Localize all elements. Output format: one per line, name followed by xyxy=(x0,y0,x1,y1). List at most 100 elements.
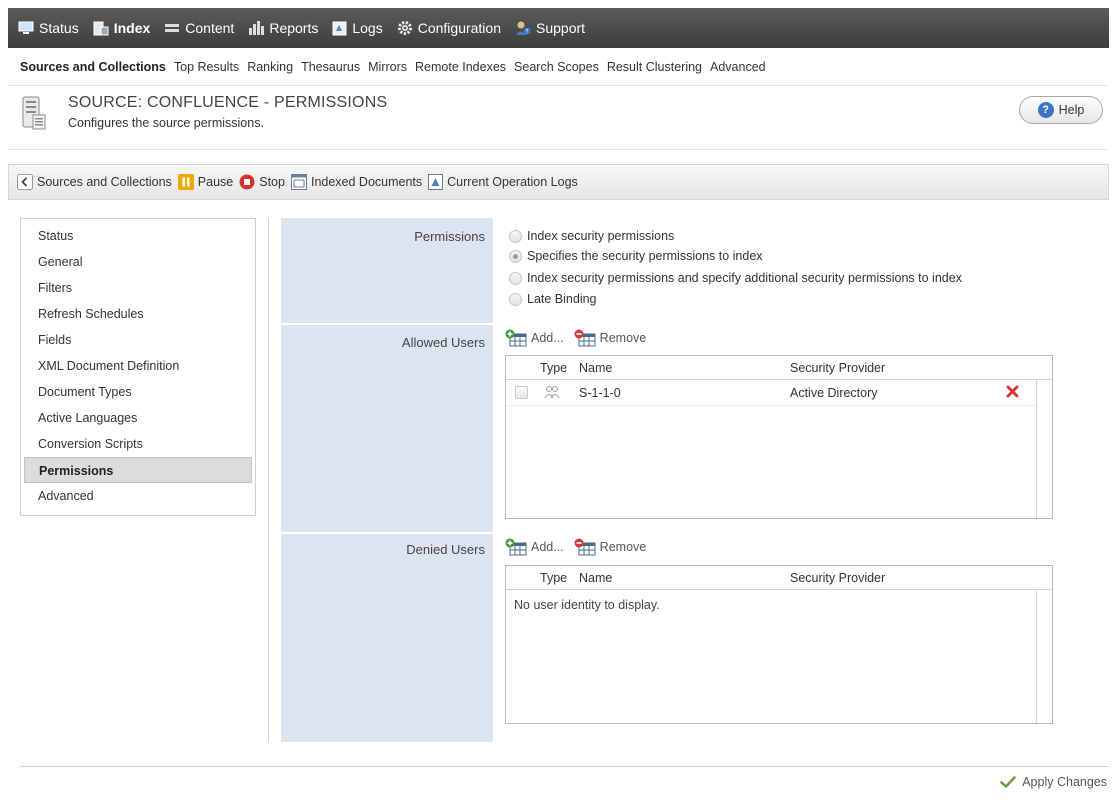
svg-text:?: ? xyxy=(525,29,528,36)
vertical-divider xyxy=(268,218,269,742)
menu-item-fields[interactable]: Fields xyxy=(24,327,252,353)
menu-item-document-types[interactable]: Document Types xyxy=(24,379,252,405)
subnav-mirrors[interactable]: Mirrors xyxy=(368,60,407,74)
gear-icon xyxy=(397,20,413,36)
menu-item-advanced[interactable]: Advanced xyxy=(24,483,252,509)
topnav-status[interactable]: Status xyxy=(18,20,79,36)
subnav-ranking[interactable]: Ranking xyxy=(247,60,293,74)
sub-nav-bar: Sources and Collections Top Results Rank… xyxy=(8,48,1109,86)
topnav-support-label: Support xyxy=(536,20,586,36)
delete-icon[interactable] xyxy=(1006,385,1019,401)
topnav-reports[interactable]: Reports xyxy=(248,20,318,36)
radio-late-binding[interactable]: Late Binding xyxy=(509,292,597,306)
pause-button[interactable]: Pause xyxy=(177,174,234,190)
radio-index-and-specify-additional[interactable]: Index security permissions and specify a… xyxy=(509,271,962,285)
current-operation-logs-button[interactable]: Current Operation Logs xyxy=(428,174,578,190)
indexed-documents-button[interactable]: Indexed Documents xyxy=(290,174,423,190)
menu-item-conversion-scripts[interactable]: Conversion Scripts xyxy=(24,431,252,457)
stop-button[interactable]: Stop xyxy=(239,174,285,190)
subnav-advanced[interactable]: Advanced xyxy=(710,60,766,74)
content-icon xyxy=(164,22,180,34)
allowed-users-grid: Type Name Security Provider S-1-1-0 Acti… xyxy=(505,355,1053,519)
grid-scrollbar[interactable] xyxy=(1036,590,1052,723)
subnav-sources-and-collections[interactable]: Sources and Collections xyxy=(20,60,166,74)
subnav-thesaurus[interactable]: Thesaurus xyxy=(301,60,360,74)
col-type-header[interactable]: Type xyxy=(540,571,567,585)
topnav-content-label: Content xyxy=(185,20,235,36)
help-button[interactable]: ? Help xyxy=(1019,96,1103,124)
allowed-users-actions: Add... Remove xyxy=(505,329,656,347)
add-user-icon xyxy=(505,329,527,347)
source-settings-menu: Status General Filters Refresh Schedules… xyxy=(20,218,256,516)
table-row[interactable]: S-1-1-0 Active Directory xyxy=(506,380,1036,406)
bar-chart-icon xyxy=(248,21,265,35)
page-subtitle: Configures the source permissions. xyxy=(68,116,264,130)
topnav-logs-label: Logs xyxy=(352,20,383,36)
col-provider-header[interactable]: Security Provider xyxy=(790,361,885,375)
menu-item-active-languages[interactable]: Active Languages xyxy=(24,405,252,431)
source-toolbar: Sources and Collections Pause Stop Index… xyxy=(8,164,1109,200)
logs-icon xyxy=(332,21,347,36)
col-name-header[interactable]: Name xyxy=(579,571,612,585)
menu-item-permissions[interactable]: Permissions xyxy=(24,457,252,483)
menu-item-filters[interactable]: Filters xyxy=(24,275,252,301)
page-title: SOURCE: CONFLUENCE - PERMISSIONS xyxy=(68,94,388,111)
subnav-remote-indexes[interactable]: Remote Indexes xyxy=(415,60,506,74)
checkmark-icon xyxy=(1000,776,1016,788)
topnav-support[interactable]: ? Support xyxy=(515,20,585,36)
radio-label: Index security permissions and specify a… xyxy=(527,271,962,285)
topnav-content[interactable]: Content xyxy=(164,20,234,36)
radio-button[interactable] xyxy=(509,229,522,243)
menu-item-refresh-schedules[interactable]: Refresh Schedules xyxy=(24,301,252,327)
index-icon xyxy=(93,21,109,36)
radio-button[interactable] xyxy=(509,271,522,285)
row-checkbox[interactable] xyxy=(515,386,528,399)
denied-add-button[interactable]: Add... xyxy=(505,538,564,556)
support-icon: ? xyxy=(515,20,531,36)
topnav-index[interactable]: Index xyxy=(93,20,150,36)
menu-item-xml-document-definition[interactable]: XML Document Definition xyxy=(24,353,252,379)
topnav-configuration[interactable]: Configuration xyxy=(397,20,501,36)
grid-body: No user identity to display. xyxy=(506,590,1036,723)
top-nav-bar: Status Index Content Reports Logs Config… xyxy=(8,8,1109,48)
radio-button-selected[interactable] xyxy=(509,249,522,263)
topnav-logs[interactable]: Logs xyxy=(332,20,383,36)
back-to-sources-button[interactable]: Sources and Collections xyxy=(17,174,172,190)
row-provider: Active Directory xyxy=(790,386,878,400)
allowed-add-button[interactable]: Add... xyxy=(505,329,564,347)
pause-label: Pause xyxy=(197,175,234,189)
grid-header: Type Name Security Provider xyxy=(506,356,1052,380)
subnav-search-scopes[interactable]: Search Scopes xyxy=(514,60,599,74)
grid-header: Type Name Security Provider xyxy=(506,566,1052,590)
menu-item-status[interactable]: Status xyxy=(24,223,252,249)
subnav-result-clustering[interactable]: Result Clustering xyxy=(607,60,702,74)
radio-label: Specifies the security permissions to in… xyxy=(527,249,763,263)
col-name-header[interactable]: Name xyxy=(579,361,612,375)
denied-remove-label: Remove xyxy=(599,540,647,554)
group-icon xyxy=(544,385,560,402)
subnav-top-results[interactable]: Top Results xyxy=(174,60,239,74)
pause-icon xyxy=(177,174,194,190)
allowed-add-label: Add... xyxy=(531,331,564,345)
radio-specify-security-permissions[interactable]: Specifies the security permissions to in… xyxy=(509,249,763,263)
radio-label: Index security permissions xyxy=(527,229,675,243)
denied-remove-button[interactable]: Remove xyxy=(574,538,647,556)
page-header: SOURCE: CONFLUENCE - PERMISSIONS Configu… xyxy=(8,86,1109,150)
apply-changes-button[interactable]: Apply Changes xyxy=(1000,775,1107,789)
col-provider-header[interactable]: Security Provider xyxy=(790,571,885,585)
radio-index-security-permissions[interactable]: Index security permissions xyxy=(509,229,674,243)
col-type-header[interactable]: Type xyxy=(540,361,567,375)
allowed-users-label-cell: Allowed Users xyxy=(281,325,493,532)
allowed-remove-button[interactable]: Remove xyxy=(574,329,646,347)
topnav-status-label: Status xyxy=(39,20,79,36)
indexed-documents-label: Indexed Documents xyxy=(310,175,423,189)
grid-scrollbar[interactable] xyxy=(1036,380,1052,518)
denied-users-label-cell: Denied Users xyxy=(281,534,493,742)
row-name: S-1-1-0 xyxy=(579,386,621,400)
monitor-icon xyxy=(18,21,34,35)
radio-button[interactable] xyxy=(509,292,522,306)
allowed-users-label: Allowed Users xyxy=(401,335,485,350)
add-user-icon xyxy=(505,538,527,556)
denied-users-grid: Type Name Security Provider No user iden… xyxy=(505,565,1053,724)
menu-item-general[interactable]: General xyxy=(24,249,252,275)
